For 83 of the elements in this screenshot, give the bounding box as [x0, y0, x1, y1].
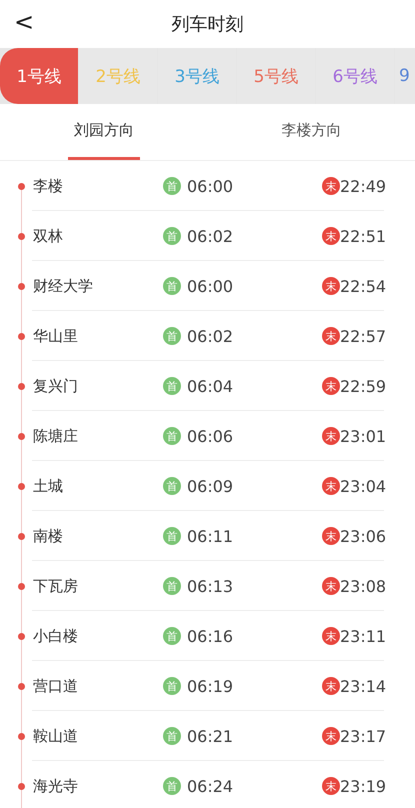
last-train-badge: 末 — [322, 627, 340, 645]
station-name: 华山里 — [33, 326, 79, 346]
last-train-time: 23:14 — [340, 676, 386, 696]
last-train-badge: 末 — [322, 727, 340, 745]
first-train-badge: 首 — [163, 477, 181, 495]
direction-tab[interactable]: 李楼方向 — [276, 104, 347, 160]
page-title: 列车时刻 — [172, 13, 244, 36]
last-train-badge: 末 — [322, 327, 340, 345]
last-train-time: 22:54 — [340, 276, 386, 296]
first-train-time: 06:11 — [187, 526, 234, 546]
first-train-time: 06:02 — [187, 326, 234, 346]
station-name: 陈塘庄 — [33, 426, 79, 446]
last-train-time: 22:59 — [340, 376, 386, 396]
station-name: 海光寺 — [33, 776, 79, 796]
last-train-time: 22:57 — [340, 326, 386, 346]
last-train-badge: 末 — [322, 177, 340, 195]
first-train-badge: 首 — [163, 577, 181, 595]
last-train-badge: 末 — [322, 427, 340, 445]
first-train-time: 06:09 — [187, 476, 234, 496]
last-train-time: 23:19 — [340, 776, 386, 796]
first-train-time: 06:02 — [187, 226, 234, 246]
station-dot — [18, 332, 25, 340]
first-train-badge: 首 — [163, 677, 181, 695]
first-train-time: 06:16 — [187, 626, 234, 646]
station-dot — [18, 232, 25, 240]
station-name: 下瓦房 — [33, 576, 79, 596]
first-train-time: 06:13 — [187, 576, 234, 596]
last-train-badge: 末 — [322, 377, 340, 395]
last-train-badge: 末 — [322, 577, 340, 595]
first-train-time: 06:21 — [187, 726, 234, 746]
station-dot — [18, 532, 25, 540]
first-train-badge: 首 — [163, 227, 181, 245]
station-dot — [18, 482, 25, 490]
first-train-badge: 首 — [163, 727, 181, 745]
station-name: 土城 — [33, 476, 64, 496]
station-dot — [18, 182, 25, 190]
station-name: 小白楼 — [33, 626, 79, 646]
first-train-badge: 首 — [163, 277, 181, 295]
first-train-badge: 首 — [163, 327, 181, 345]
first-train-badge: 首 — [163, 427, 181, 445]
station-dot — [18, 382, 25, 390]
last-train-time: 22:49 — [340, 176, 386, 196]
last-train-time: 23:06 — [340, 526, 386, 546]
last-train-badge: 末 — [322, 477, 340, 495]
last-train-time: 23:08 — [340, 576, 386, 596]
first-train-badge: 首 — [163, 377, 181, 395]
station-name: 复兴门 — [33, 376, 79, 396]
station-dot — [18, 582, 25, 590]
last-train-time: 23:11 — [340, 626, 386, 646]
station-dot — [18, 782, 25, 790]
last-train-badge: 末 — [322, 677, 340, 695]
station-dot — [18, 682, 25, 690]
first-train-time: 06:06 — [187, 426, 234, 446]
station-dot — [18, 632, 25, 640]
line-tab[interactable]: 1号线 — [0, 48, 78, 104]
first-train-badge: 首 — [163, 527, 181, 545]
first-train-time: 06:00 — [187, 276, 234, 296]
last-train-time: 22:51 — [340, 226, 386, 246]
station-name: 财经大学 — [33, 276, 94, 296]
last-train-badge: 末 — [322, 277, 340, 295]
station-dot — [18, 282, 25, 290]
last-train-time: 23:17 — [340, 726, 386, 746]
station-name: 营口道 — [33, 676, 79, 696]
station-name: 南楼 — [33, 526, 64, 546]
last-train-badge: 末 — [322, 527, 340, 545]
last-train-time: 23:01 — [340, 426, 386, 446]
back-button[interactable]: < — [14, 8, 34, 36]
station-dot — [18, 432, 25, 440]
last-train-time: 23:04 — [340, 476, 386, 496]
first-train-time: 06:04 — [187, 376, 234, 396]
first-train-time: 06:19 — [187, 676, 234, 696]
station-name: 鞍山道 — [33, 726, 79, 746]
station-name: 双林 — [33, 226, 64, 246]
first-train-time: 06:24 — [187, 776, 234, 796]
station-name: 李楼 — [33, 176, 64, 196]
station-dot — [18, 732, 25, 740]
first-train-time: 06:00 — [187, 176, 234, 196]
first-train-badge: 首 — [163, 627, 181, 645]
first-train-badge: 首 — [163, 777, 181, 795]
last-train-badge: 末 — [322, 227, 340, 245]
direction-tab[interactable]: 刘园方向 — [68, 104, 140, 160]
first-train-badge: 首 — [163, 177, 181, 195]
last-train-badge: 末 — [322, 777, 340, 795]
